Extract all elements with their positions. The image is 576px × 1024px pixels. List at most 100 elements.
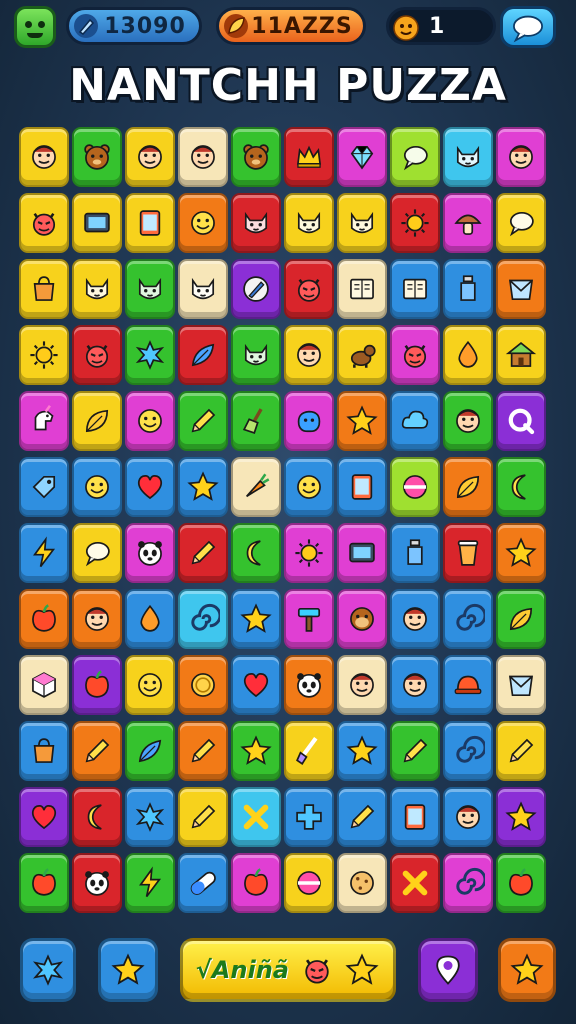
board-tile[interactable] — [390, 259, 440, 319]
board-tile[interactable] — [284, 391, 334, 451]
board-tile[interactable] — [19, 259, 69, 319]
board-tile[interactable] — [390, 193, 440, 253]
board-tile[interactable] — [443, 391, 493, 451]
board-tile[interactable] — [496, 853, 546, 913]
board-tile[interactable] — [72, 523, 122, 583]
board-tile[interactable] — [390, 721, 440, 781]
booster-button-shuffle[interactable] — [20, 938, 76, 1002]
board-tile[interactable] — [337, 721, 387, 781]
board-tile[interactable] — [284, 259, 334, 319]
board-tile[interactable] — [178, 787, 228, 847]
board-tile[interactable] — [19, 523, 69, 583]
play-bar-button[interactable]: √Aniñã — [180, 938, 396, 1002]
board-tile[interactable] — [125, 391, 175, 451]
board-tile[interactable] — [337, 457, 387, 517]
board-tile[interactable] — [72, 127, 122, 187]
board-tile[interactable] — [337, 259, 387, 319]
board-tile[interactable] — [337, 391, 387, 451]
board-tile[interactable] — [496, 787, 546, 847]
board-tile[interactable] — [178, 391, 228, 451]
board-tile[interactable] — [178, 655, 228, 715]
board-tile[interactable] — [125, 523, 175, 583]
board-tile[interactable] — [178, 853, 228, 913]
board-tile[interactable] — [443, 457, 493, 517]
board-tile[interactable] — [19, 457, 69, 517]
board-tile[interactable] — [231, 721, 281, 781]
board-tile[interactable] — [19, 721, 69, 781]
booster-button-star[interactable] — [98, 938, 158, 1002]
board-tile[interactable] — [125, 655, 175, 715]
board-tile[interactable] — [390, 523, 440, 583]
board-tile[interactable] — [231, 655, 281, 715]
board-tile[interactable] — [72, 193, 122, 253]
board-tile[interactable] — [390, 127, 440, 187]
hint-button[interactable] — [418, 938, 478, 1002]
board-tile[interactable] — [284, 193, 334, 253]
board-tile[interactable] — [19, 589, 69, 649]
board-tile[interactable] — [178, 259, 228, 319]
board-tile[interactable] — [125, 853, 175, 913]
board-tile[interactable] — [496, 193, 546, 253]
board-tile[interactable] — [284, 655, 334, 715]
board-tile[interactable] — [284, 787, 334, 847]
board-tile[interactable] — [496, 127, 546, 187]
board-tile[interactable] — [284, 325, 334, 385]
board-tile[interactable] — [19, 655, 69, 715]
board-tile[interactable] — [496, 259, 546, 319]
board-tile[interactable] — [390, 655, 440, 715]
board-tile[interactable] — [125, 325, 175, 385]
board-tile[interactable] — [284, 457, 334, 517]
board-tile[interactable] — [178, 193, 228, 253]
board-tile[interactable] — [337, 589, 387, 649]
board-tile[interactable] — [337, 523, 387, 583]
board-tile[interactable] — [443, 193, 493, 253]
board-tile[interactable] — [284, 127, 334, 187]
board-tile[interactable] — [125, 787, 175, 847]
board-tile[interactable] — [72, 721, 122, 781]
board-tile[interactable] — [72, 655, 122, 715]
board-tile[interactable] — [443, 721, 493, 781]
board-tile[interactable] — [72, 853, 122, 913]
board-tile[interactable] — [496, 325, 546, 385]
board-tile[interactable] — [443, 259, 493, 319]
board-tile[interactable] — [125, 457, 175, 517]
board-tile[interactable] — [496, 721, 546, 781]
board-tile[interactable] — [72, 589, 122, 649]
board-tile[interactable] — [337, 787, 387, 847]
board-tile[interactable] — [231, 391, 281, 451]
board-tile[interactable] — [284, 589, 334, 649]
board-tile[interactable] — [390, 853, 440, 913]
board-tile[interactable] — [178, 127, 228, 187]
board-tile[interactable] — [390, 589, 440, 649]
board-tile[interactable] — [390, 391, 440, 451]
board-tile[interactable] — [337, 193, 387, 253]
board-tile[interactable] — [390, 787, 440, 847]
board-tile[interactable] — [443, 325, 493, 385]
board-tile[interactable] — [284, 523, 334, 583]
board-tile[interactable] — [19, 193, 69, 253]
board-tile[interactable] — [443, 589, 493, 649]
board-tile[interactable] — [390, 325, 440, 385]
board-tile[interactable] — [72, 259, 122, 319]
board-tile[interactable] — [125, 127, 175, 187]
board-tile[interactable] — [496, 655, 546, 715]
board-tile[interactable] — [496, 589, 546, 649]
board-tile[interactable] — [231, 853, 281, 913]
chat-button[interactable] — [500, 6, 556, 48]
board-tile[interactable] — [19, 787, 69, 847]
board-tile[interactable] — [178, 523, 228, 583]
board-tile[interactable] — [443, 127, 493, 187]
board-tile[interactable] — [19, 127, 69, 187]
board-tile[interactable] — [496, 523, 546, 583]
booster-button-bonus[interactable] — [498, 938, 556, 1002]
board-tile[interactable] — [231, 325, 281, 385]
board-tile[interactable] — [496, 391, 546, 451]
board-tile[interactable] — [284, 853, 334, 913]
board-tile[interactable] — [231, 589, 281, 649]
board-tile[interactable] — [72, 391, 122, 451]
board-tile[interactable] — [72, 787, 122, 847]
board-tile[interactable] — [231, 127, 281, 187]
board-tile[interactable] — [72, 457, 122, 517]
board-tile[interactable] — [231, 523, 281, 583]
board-tile[interactable] — [178, 721, 228, 781]
